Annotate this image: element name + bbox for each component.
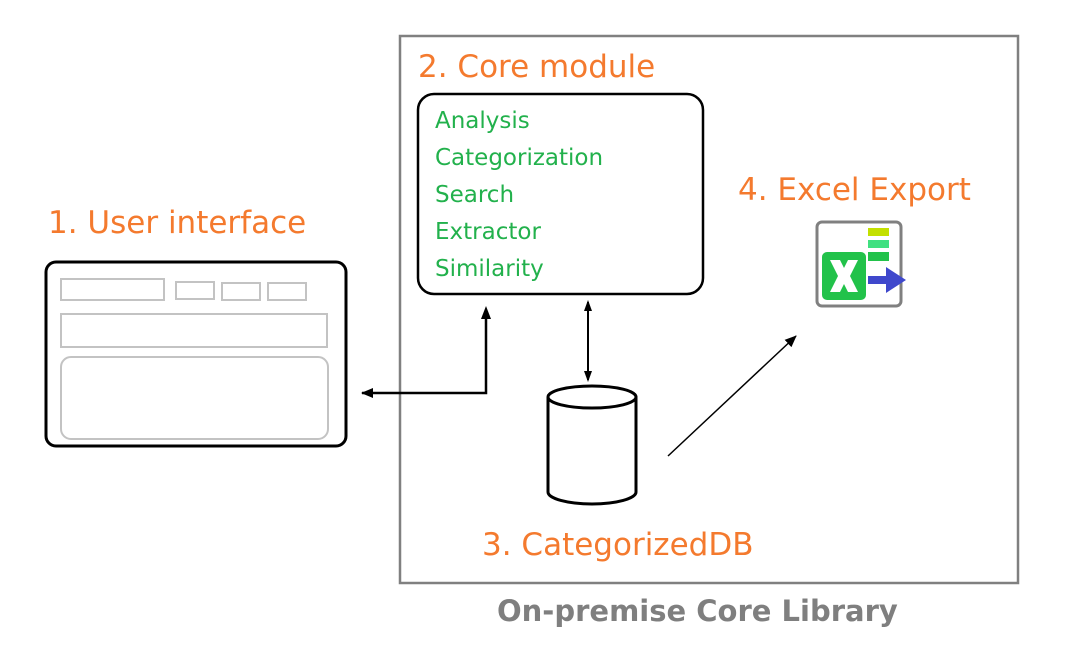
- core-item-categorization: Categorization: [435, 145, 604, 171]
- user-interface-label: 1. User interface: [48, 205, 307, 241]
- database-cylinder-icon: [546, 384, 638, 506]
- core-db-arrowhead-down: [584, 371, 592, 382]
- excel-export-icon: [815, 220, 906, 308]
- core-item-extractor: Extractor: [435, 219, 541, 245]
- excel-export-label: 4. Excel Export: [738, 172, 971, 208]
- ui-core-arrowhead-up: [481, 306, 491, 319]
- db-excel-connector: [667, 335, 797, 457]
- core-item-analysis: Analysis: [435, 108, 530, 134]
- container-caption: On-premise Core Library: [497, 594, 898, 628]
- ui-core-connector: [361, 312, 488, 398]
- core-item-similarity: Similarity: [435, 256, 544, 282]
- core-item-search: Search: [435, 182, 515, 208]
- categorized-db-label: 3. CategorizedDB: [482, 527, 754, 563]
- core-db-arrowhead-up: [584, 300, 592, 311]
- ui-wireframe-icon: [44, 260, 348, 448]
- core-module-label: 2. Core module: [418, 49, 656, 85]
